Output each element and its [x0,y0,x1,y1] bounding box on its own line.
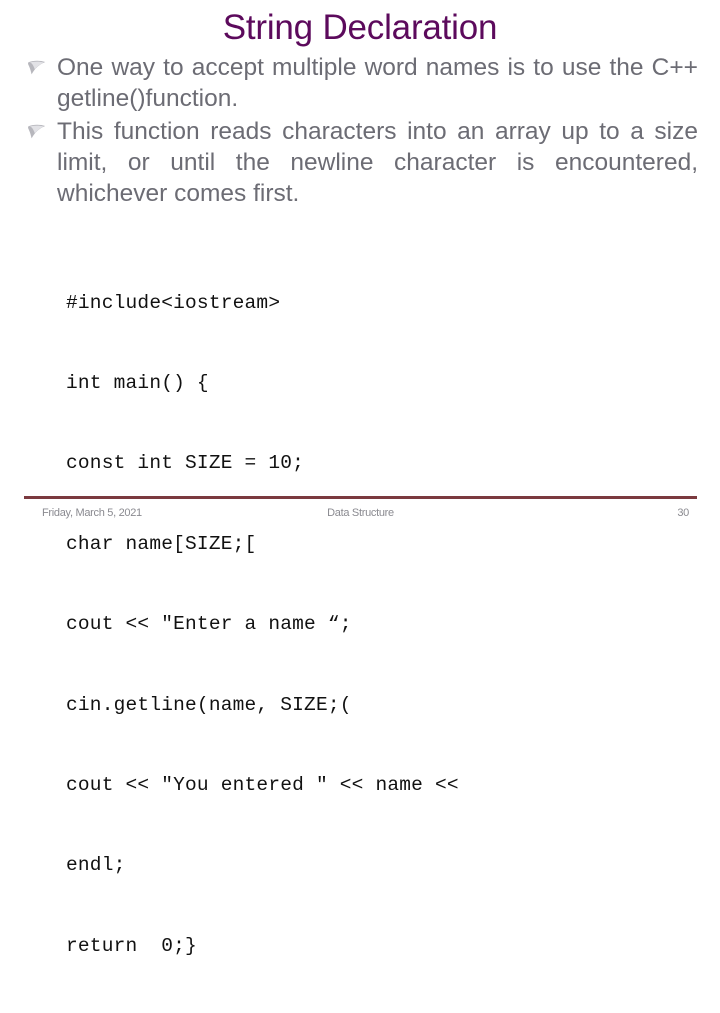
code-line: const int SIZE = 10; [66,452,305,475]
footer-page-number: 30 [677,507,689,519]
code-line: int main() { [66,371,209,394]
bullet-list: One way to accept multiple word names is… [22,52,698,211]
page-title: String Declaration [222,8,498,47]
slide-canvas: String Declaration One way to accept mul… [0,0,720,957]
footer: Friday, March 5, 2021 Data Structure 30 [24,503,697,527]
list-item-text: One way to accept multiple word names is… [57,54,698,112]
code-line: cout << "Enter a name “; [66,613,352,636]
code-line: endl; [66,854,126,877]
code-line: cin.getline(name, SIZE;( [66,693,352,716]
code-block: #include<iostream> int main() { const in… [66,236,459,1013]
code-line: return 0;} [66,934,197,957]
code-line: cout << "You entered " << name << [66,773,459,796]
comma-bullet-icon [26,124,48,140]
list-item: One way to accept multiple word names is… [22,52,698,114]
list-item-text: This function reads characters into an a… [57,118,698,207]
comma-bullet-icon [26,60,48,76]
code-line: char name[SIZE;[ [66,532,257,555]
code-line: #include<iostream> [66,291,281,314]
footer-divider [24,496,697,499]
footer-subject: Data Structure [327,507,394,519]
list-item: This function reads characters into an a… [22,116,698,209]
